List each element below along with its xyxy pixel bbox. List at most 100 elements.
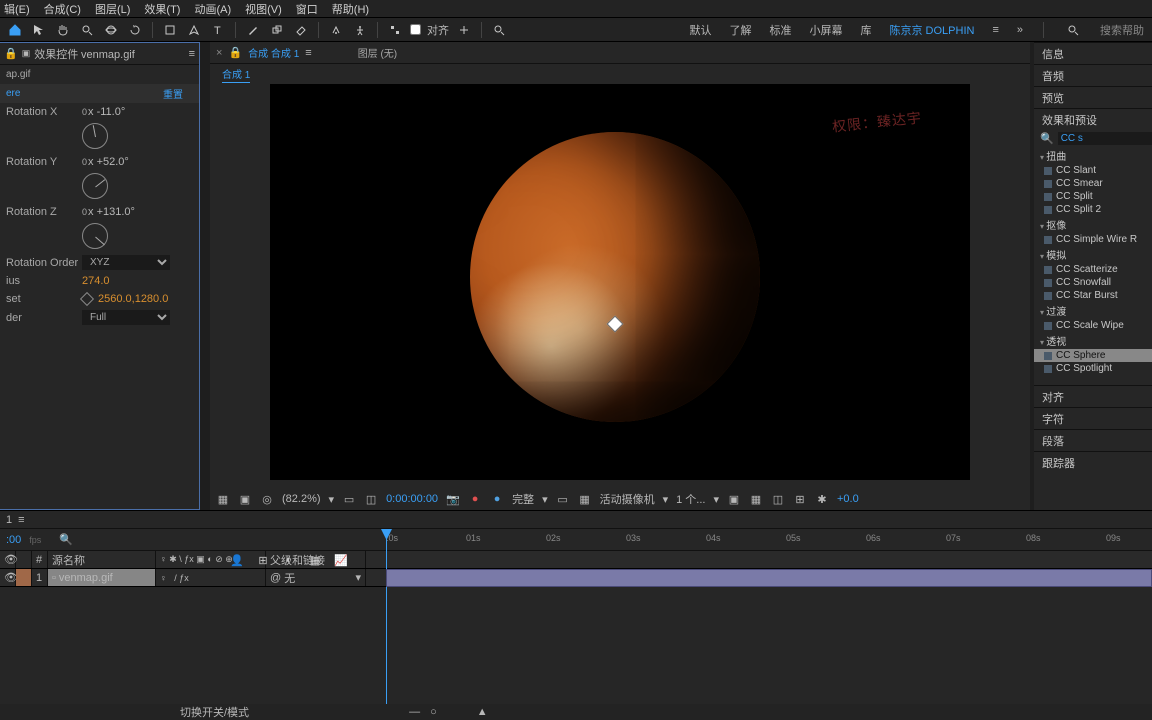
fx-cc-wire[interactable]: CC Simple Wire R <box>1034 233 1152 246</box>
selection-tool-icon[interactable] <box>30 21 48 39</box>
panel-info[interactable]: 信息 <box>1034 42 1152 64</box>
help-search-icon[interactable] <box>1064 21 1082 39</box>
fx-cc-star[interactable]: CC Star Burst <box>1034 289 1152 302</box>
channel-icon[interactable]: ● <box>468 492 482 506</box>
panel-para[interactable]: 段落 <box>1034 429 1152 451</box>
current-time[interactable]: 0:00:00:00 <box>386 493 438 505</box>
fx-cc-snow[interactable]: CC Snowfall <box>1034 276 1152 289</box>
pen-tool-icon[interactable] <box>185 21 203 39</box>
panel-effects[interactable]: 效果和预设 <box>1034 108 1152 130</box>
panel-preview[interactable]: 预览 <box>1034 86 1152 108</box>
ws-default[interactable]: 默认 <box>689 22 711 38</box>
ws-standard[interactable]: 标准 <box>769 22 791 38</box>
vf-icon-d[interactable]: ⊞ <box>793 492 807 506</box>
zoom-slider[interactable]: ○ <box>430 706 437 718</box>
cat-perspective[interactable]: 透视 <box>1034 332 1152 349</box>
zoom-in-icon[interactable]: ▲ <box>477 706 488 718</box>
menu-help[interactable]: 帮助(H) <box>332 1 369 17</box>
tl-current-time[interactable]: :00 <box>6 534 21 546</box>
zoom-level[interactable]: (82.2%) <box>282 493 321 505</box>
fx-cc-scalewipe[interactable]: CC Scale Wipe <box>1034 319 1152 332</box>
panel-align[interactable]: 对齐 <box>1034 385 1152 407</box>
fx-cc-spotlight[interactable]: CC Spotlight <box>1034 362 1152 375</box>
roto-tool-icon[interactable] <box>327 21 345 39</box>
panel-menu-icon[interactable]: ≡ <box>189 48 195 60</box>
tl-icon-shy[interactable]: 👤 <box>228 551 246 569</box>
menu-view[interactable]: 视图(V) <box>245 1 282 17</box>
offset-value[interactable]: 2560.0,1280.0 <box>98 293 168 305</box>
lock-icon[interactable]: 🔒 <box>228 46 242 59</box>
puppet-tool-icon[interactable] <box>351 21 369 39</box>
camera-select[interactable]: 活动摄像机 <box>600 491 655 507</box>
lock-icon[interactable]: 🔒 <box>4 47 18 60</box>
zoom-dropdown-icon[interactable]: ▾ <box>329 493 335 506</box>
tl-icon-frame[interactable]: ▦ <box>306 551 324 569</box>
fx-cc-split[interactable]: CC Split <box>1034 190 1152 203</box>
render-select[interactable]: Full <box>82 310 170 325</box>
menu-effect[interactable]: 效果(T) <box>144 1 180 17</box>
transparent-icon[interactable]: ▦ <box>578 492 592 506</box>
channel2-icon[interactable]: ● <box>490 492 504 506</box>
menu-comp[interactable]: 合成(C) <box>44 1 81 17</box>
search-icon[interactable] <box>490 21 508 39</box>
eraser-tool-icon[interactable] <box>292 21 310 39</box>
tl-comp-tab[interactable]: 1 <box>6 514 12 526</box>
menu-edit[interactable]: 辑(E) <box>4 1 30 17</box>
comp-breadcrumb[interactable]: 合成 1 <box>222 66 250 83</box>
res-icon[interactable]: ▭ <box>342 492 356 506</box>
clone-tool-icon[interactable] <box>268 21 286 39</box>
rect-tool-icon[interactable] <box>161 21 179 39</box>
rot-y-value[interactable]: 0x +52.0° <box>82 156 129 168</box>
tl-icon-fx[interactable]: ⊞ <box>254 551 272 569</box>
tab-close-icon[interactable]: × <box>216 47 222 59</box>
exposure-icon[interactable]: ✱ <box>815 492 829 506</box>
rot-x-value[interactable]: 0x -11.0° <box>82 106 125 118</box>
rot-z-value[interactable]: 0x +131.0° <box>82 206 135 218</box>
view-dropdown-icon[interactable]: ▾ <box>713 493 719 506</box>
tab-composition[interactable]: 合成 合成 1 <box>248 45 299 60</box>
exposure-value[interactable]: +0.0 <box>837 493 859 505</box>
cat-distort[interactable]: 扭曲 <box>1034 147 1152 164</box>
snap-icon[interactable] <box>386 21 404 39</box>
cat-keying[interactable]: 抠像 <box>1034 216 1152 233</box>
rot-y-dial[interactable] <box>82 173 108 199</box>
panel-char[interactable]: 字符 <box>1034 407 1152 429</box>
fx-cc-slant[interactable]: CC Slant <box>1034 164 1152 177</box>
help-search-ph[interactable]: 搜索帮助 <box>1100 22 1144 38</box>
ws-library[interactable]: 库 <box>860 22 871 38</box>
tl-menu-icon[interactable]: ≡ <box>18 514 24 526</box>
time-ruler[interactable]: :0s 01s 02s 03s 04s 05s 06s 07s 08s 09s <box>386 529 1152 551</box>
view-count[interactable]: 1 个... <box>676 491 705 507</box>
zoom-tool-icon[interactable] <box>78 21 96 39</box>
keyframe-icon[interactable] <box>80 292 94 306</box>
layer-color[interactable] <box>16 569 32 586</box>
toggle-switches-label[interactable]: 切换开关/模式 <box>180 704 249 720</box>
layer-bar[interactable] <box>386 569 1152 587</box>
panel-tracker[interactable]: 跟踪器 <box>1034 451 1152 473</box>
menu-anim[interactable]: 动画(A) <box>194 1 231 17</box>
aspect-icon[interactable]: ◫ <box>364 492 378 506</box>
rot-order-select[interactable]: XYZ <box>82 255 170 270</box>
layer-parent[interactable]: @ 无 ▾ <box>266 569 366 586</box>
search-icon[interactable]: 🔍 <box>59 533 73 546</box>
playhead[interactable] <box>386 529 387 719</box>
brush-tool-icon[interactable] <box>244 21 262 39</box>
fx-cc-scatter[interactable]: CC Scatterize <box>1034 263 1152 276</box>
cam-dropdown-icon[interactable]: ▾ <box>663 493 669 506</box>
panel-audio[interactable]: 音频 <box>1034 64 1152 86</box>
menu-window[interactable]: 窗口 <box>296 1 318 17</box>
fx-cc-smear[interactable]: CC Smear <box>1034 177 1152 190</box>
viewer[interactable]: 权限：臻达宇 <box>270 84 970 480</box>
layer-file[interactable]: ▫ venmap.gif <box>48 569 156 586</box>
zoom-out-icon[interactable]: — <box>409 706 420 718</box>
ws-learn[interactable]: 了解 <box>729 22 751 38</box>
home-icon[interactable] <box>6 21 24 39</box>
tl-icon-graph[interactable]: 📈 <box>332 551 350 569</box>
dropdown-icon[interactable]: ▾ <box>355 571 361 584</box>
pickwhip-icon[interactable]: @ <box>270 572 281 584</box>
reset-link[interactable]: 重置 <box>163 86 193 101</box>
tab-effect-controls[interactable]: 效果控件 venmap.gif <box>34 46 135 62</box>
effect-name[interactable]: ere <box>6 88 20 99</box>
grid-icon[interactable]: ▦ <box>216 492 230 506</box>
ws-user[interactable]: 陈京京 DOLPHIN <box>889 22 974 38</box>
